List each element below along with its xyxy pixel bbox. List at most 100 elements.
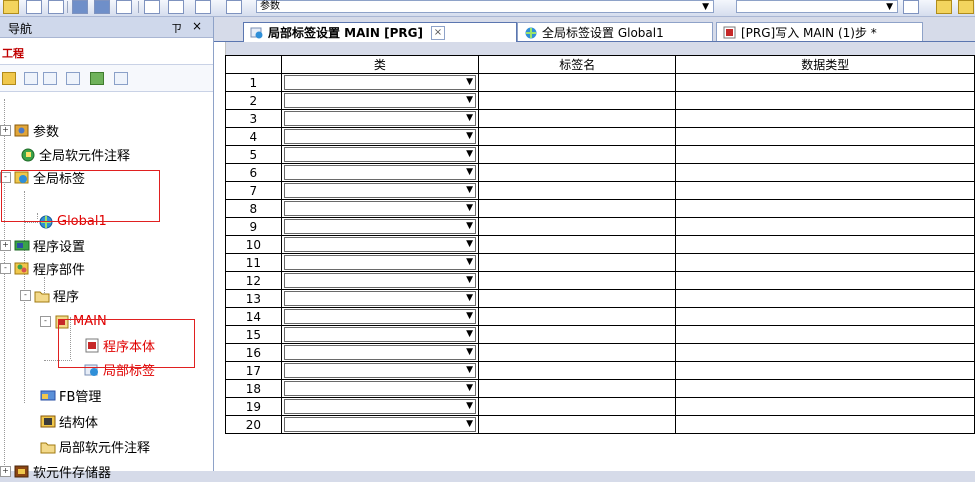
chevron-down-icon[interactable]: ▼ <box>466 347 473 357</box>
label-name-cell[interactable] <box>478 361 677 380</box>
class-cell[interactable]: ▼ <box>280 361 480 380</box>
label-name-cell[interactable] <box>478 217 677 236</box>
label-name-cell[interactable] <box>478 109 677 128</box>
chevron-down-icon[interactable]: ▼ <box>466 383 473 393</box>
data-type-cell[interactable] <box>675 73 975 92</box>
class-cell[interactable]: ▼ <box>280 199 480 218</box>
data-type-cell[interactable] <box>675 109 975 128</box>
class-select[interactable] <box>283 237 477 252</box>
column-header[interactable]: 数据类型 <box>675 55 975 74</box>
class-cell[interactable]: ▼ <box>280 343 480 362</box>
class-cell[interactable]: ▼ <box>280 307 480 326</box>
chevron-down-icon[interactable]: ▼ <box>466 293 473 303</box>
paste-icon[interactable] <box>43 72 57 85</box>
data-type-cell[interactable] <box>675 253 975 272</box>
data-type-cell[interactable] <box>675 361 975 380</box>
document-icon[interactable] <box>903 0 919 14</box>
help-icon[interactable] <box>195 0 211 14</box>
chevron-down-icon[interactable]: ▼ <box>466 185 473 195</box>
tree-item-program[interactable]: - 程序 <box>20 285 79 305</box>
label-name-cell[interactable] <box>478 253 677 272</box>
close-icon[interactable]: × <box>192 19 202 33</box>
tab-global-label-global1[interactable]: 全局标签设置 Global1 <box>517 22 713 41</box>
data-type-cell[interactable] <box>675 91 975 110</box>
class-cell[interactable]: ▼ <box>280 325 480 344</box>
label-name-cell[interactable] <box>478 181 677 200</box>
label-name-cell[interactable] <box>478 325 677 344</box>
chevron-down-icon[interactable]: ▼ <box>466 401 473 411</box>
data-type-cell[interactable] <box>675 145 975 164</box>
data-type-cell[interactable] <box>675 325 975 344</box>
chevron-down-icon[interactable]: ▼ <box>466 275 473 285</box>
label-name-cell[interactable] <box>478 343 677 362</box>
chevron-down-icon[interactable]: ▼ <box>466 167 473 177</box>
label-name-cell[interactable] <box>478 289 677 308</box>
tab-local-label-main[interactable]: 局部标签设置 MAIN [PRG] × <box>243 22 517 42</box>
open-project-icon[interactable] <box>3 0 19 14</box>
class-select[interactable] <box>283 93 477 108</box>
class-select[interactable] <box>283 291 477 306</box>
label-name-cell[interactable] <box>478 145 677 164</box>
class-select[interactable] <box>283 399 477 414</box>
class-select[interactable] <box>283 273 477 288</box>
chevron-down-icon[interactable]: ▼ <box>466 257 473 267</box>
class-select[interactable] <box>283 417 477 432</box>
class-cell[interactable]: ▼ <box>280 127 480 146</box>
label-name-cell[interactable] <box>478 379 677 398</box>
expand-icon[interactable]: + <box>0 124 11 136</box>
data-type-cell[interactable] <box>675 307 975 326</box>
expand-icon[interactable]: + <box>0 465 11 477</box>
data-type-cell[interactable] <box>675 289 975 308</box>
class-select[interactable] <box>283 363 477 378</box>
class-select[interactable] <box>283 147 477 162</box>
data-type-cell[interactable] <box>675 199 975 218</box>
window-icon[interactable] <box>26 0 42 14</box>
data-type-cell[interactable] <box>675 235 975 254</box>
tool-icon[interactable] <box>936 0 952 14</box>
class-select[interactable] <box>283 309 477 324</box>
pin-icon[interactable]: ㄗ <box>171 20 182 36</box>
binoculars-icon[interactable] <box>226 0 242 14</box>
property-icon[interactable] <box>66 72 80 85</box>
tool2-icon[interactable] <box>958 0 974 14</box>
tab-prg-write-main[interactable]: [PRG]写入 MAIN (1)步 * <box>716 22 923 41</box>
list-icon[interactable] <box>48 0 64 14</box>
label-name-cell[interactable] <box>478 271 677 290</box>
tree-item-structure[interactable]: 结构体 <box>40 411 98 431</box>
class-cell[interactable]: ▼ <box>280 235 480 254</box>
chevron-down-icon[interactable]: ▼ <box>466 365 473 375</box>
class-select[interactable] <box>283 111 477 126</box>
class-cell[interactable]: ▼ <box>280 163 480 182</box>
data-type-cell[interactable] <box>675 217 975 236</box>
data-type-cell[interactable] <box>675 397 975 416</box>
chevron-down-icon[interactable]: ▼ <box>466 419 473 429</box>
class-cell[interactable]: ▼ <box>280 145 480 164</box>
collapse-icon[interactable]: - <box>40 315 51 327</box>
chevron-down-icon[interactable]: ▼ <box>466 221 473 231</box>
view-icon[interactable] <box>114 72 128 85</box>
data-type-cell[interactable] <box>675 127 975 146</box>
column-header[interactable]: 类 <box>280 55 480 74</box>
tree-item-device-memory[interactable]: + 软元件存储器 <box>0 461 111 481</box>
label-name-cell[interactable] <box>478 199 677 218</box>
label-name-cell[interactable] <box>478 163 677 182</box>
class-select[interactable] <box>283 327 477 342</box>
monitor-icon[interactable] <box>72 0 88 14</box>
class-cell[interactable]: ▼ <box>280 181 480 200</box>
class-cell[interactable]: ▼ <box>280 379 480 398</box>
column-header[interactable]: 标签名 <box>478 55 677 74</box>
chevron-down-icon[interactable]: ▼ <box>466 149 473 159</box>
chevron-down-icon[interactable]: ▼ <box>466 239 473 249</box>
watch-icon[interactable] <box>144 0 160 14</box>
label-name-cell[interactable] <box>478 91 677 110</box>
class-select[interactable] <box>283 255 477 270</box>
chevron-down-icon[interactable]: ▼ <box>466 329 473 339</box>
class-cell[interactable]: ▼ <box>280 397 480 416</box>
class-cell[interactable]: ▼ <box>280 91 480 110</box>
grid-icon[interactable] <box>116 0 132 14</box>
tree-item-global-device-comment[interactable]: 全局软元件注释 <box>20 144 130 164</box>
copy-icon[interactable] <box>24 72 38 85</box>
class-cell[interactable]: ▼ <box>280 253 480 272</box>
class-select[interactable] <box>283 381 477 396</box>
label-name-cell[interactable] <box>478 415 677 434</box>
